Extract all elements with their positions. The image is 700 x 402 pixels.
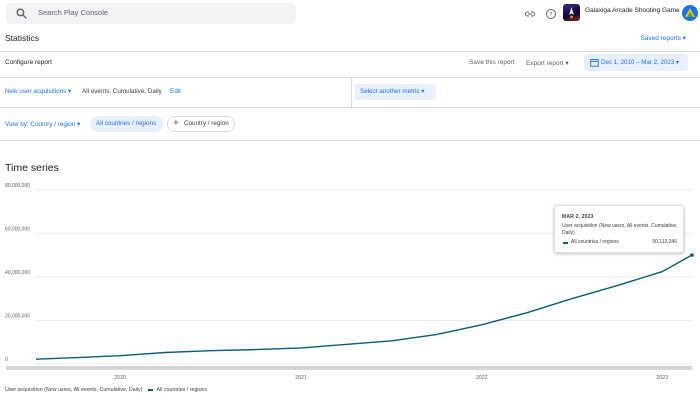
metric-row: New user acquisitions ▾ All events, Cumu…: [0, 77, 700, 107]
y-tick-label: 0: [5, 357, 8, 363]
all-countries-label: All countries / regions: [96, 120, 157, 127]
all-countries-chip[interactable]: All countries / regions: [90, 116, 163, 132]
date-range-label: Dec 1, 2010 – Mar 2, 2023 ▾: [601, 59, 680, 66]
avatar[interactable]: [682, 5, 698, 21]
divider: [351, 77, 352, 107]
export-report-button[interactable]: Export report ▾: [526, 59, 569, 67]
series-line: [35, 254, 693, 360]
spaceship-icon: [569, 7, 574, 19]
chart-legend: User acquisition (New users, All events,…: [5, 387, 207, 393]
date-range-button[interactable]: Dec 1, 2010 – Mar 2, 2023 ▾: [584, 54, 688, 71]
x-tick-label: 2022: [476, 375, 488, 381]
tooltip-value: 50,112,346: [652, 239, 677, 245]
divider: [0, 140, 700, 141]
save-report-button[interactable]: Save this report: [469, 59, 515, 66]
select-another-metric-label: Select another metric ▾: [360, 88, 425, 95]
plus-icon: +: [173, 118, 179, 129]
x-axis-date-strip: [6, 366, 692, 370]
page-title: Statistics: [5, 33, 40, 43]
search-bar[interactable]: Search Play Console: [6, 3, 296, 24]
svg-text:?: ?: [549, 11, 552, 18]
app-icon[interactable]: [563, 4, 580, 21]
help-icon[interactable]: ?: [545, 8, 557, 20]
app-name[interactable]: Galaxiga Arcade Shooting Game: [585, 7, 680, 14]
y-tick-label: 80,000,000: [5, 183, 30, 189]
y-tick-label: 40,000,000: [5, 270, 30, 276]
x-tick-label: 2023: [656, 375, 668, 381]
divider: [0, 51, 700, 52]
tooltip-country: All countries / regions: [571, 239, 619, 245]
link-icon[interactable]: [524, 8, 536, 20]
search-icon: [16, 8, 27, 19]
tooltip-date: MAR 2, 2023: [562, 214, 594, 220]
metric-description: All events, Cumulative, Daily: [82, 88, 162, 95]
tooltip-metric: User acquisition (New users, All events,…: [562, 223, 678, 236]
y-tick-label: 60,000,000: [5, 227, 30, 233]
add-country-label: Country / region: [184, 120, 229, 127]
y-tick-label: 20,000,000: [5, 314, 30, 320]
data-point: [690, 253, 694, 257]
configure-report-label: Configure report: [5, 59, 52, 66]
calendar-icon: [590, 59, 599, 67]
section-title: Time series: [5, 162, 59, 174]
legend-series[interactable]: All countries / regions: [156, 387, 207, 393]
legend-metric: User acquisition (New users, All events,…: [5, 387, 143, 393]
add-country-chip[interactable]: + Country / region: [167, 116, 235, 132]
top-bar: Search Play Console ? Galaxiga Arcade Sh…: [0, 0, 700, 28]
x-tick-label: 2020: [114, 375, 126, 381]
x-tick-label: 2021: [295, 375, 307, 381]
search-input[interactable]: Search Play Console: [38, 8, 108, 17]
edit-metric-button[interactable]: Edit: [170, 88, 181, 95]
saved-reports-button[interactable]: Saved reports ▾: [640, 34, 686, 42]
chart-tooltip: MAR 2, 2023 User acquisition (New users,…: [554, 205, 684, 253]
avatar-logo-icon: [685, 8, 695, 17]
series-swatch: [563, 242, 568, 244]
legend-swatch: [148, 388, 154, 391]
select-another-metric-button[interactable]: Select another metric ▾: [355, 84, 436, 100]
metric-selector[interactable]: New user acquisitions ▾: [5, 88, 71, 95]
divider: [0, 107, 700, 108]
view-by-selector[interactable]: View by: Country / region ▾: [5, 121, 80, 128]
